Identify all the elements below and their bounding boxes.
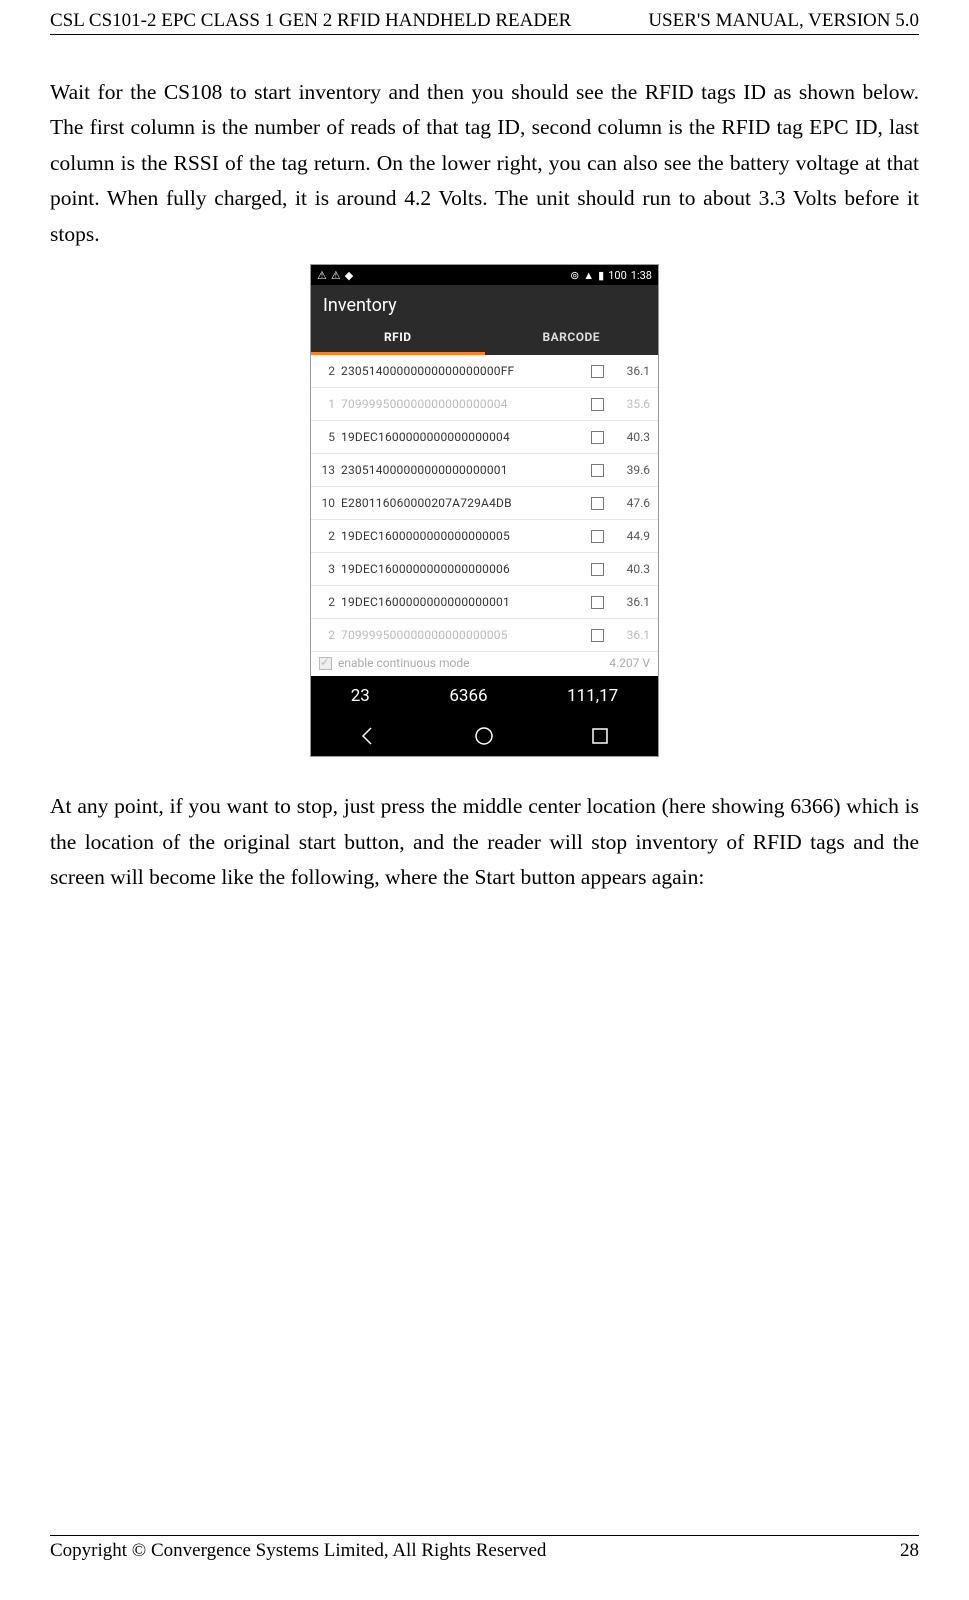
- checkbox-icon[interactable]: [591, 398, 604, 411]
- epc-id: 709999500000000000000004: [341, 397, 581, 411]
- table-row[interactable]: 1 709999500000000000000004 35.6: [311, 388, 658, 421]
- epc-id: E280116060000207A729A4DB: [341, 496, 581, 510]
- header-left: CSL CS101-2 EPC CLASS 1 GEN 2 RFID HANDH…: [50, 10, 571, 32]
- copyright: Copyright © Convergence Systems Limited,…: [50, 1540, 546, 1562]
- bottom-metrics: 23 6366 111,17: [311, 676, 658, 716]
- metric-c: 111,17: [567, 686, 618, 706]
- read-count: 2: [319, 595, 341, 609]
- page-number: 28: [900, 1540, 919, 1562]
- rssi-value: 40.3: [614, 430, 650, 444]
- checkbox-icon[interactable]: [591, 365, 604, 378]
- epc-id: 19DEC1600000000000000005: [341, 529, 581, 543]
- android-icon: ◆: [345, 269, 353, 282]
- continuous-checkbox[interactable]: [319, 657, 332, 670]
- checkbox-icon[interactable]: [591, 464, 604, 477]
- table-row[interactable]: 10 E280116060000207A729A4DB 47.6: [311, 487, 658, 520]
- header-right: USER'S MANUAL, VERSION 5.0: [648, 10, 919, 32]
- checkbox-icon[interactable]: [591, 563, 604, 576]
- warning-icon: ⚠: [317, 269, 327, 282]
- signal-icon: ▲: [583, 269, 594, 282]
- table-row[interactable]: 2 23051400000000000000000FF 36.1: [311, 355, 658, 388]
- page-footer: Copyright © Convergence Systems Limited,…: [50, 1535, 919, 1562]
- table-row[interactable]: 5 19DEC1600000000000000004 40.3: [311, 421, 658, 454]
- checkbox-icon[interactable]: [591, 431, 604, 444]
- rssi-value: 36.1: [614, 595, 650, 609]
- read-count: 2: [319, 364, 341, 378]
- paragraph-intro: Wait for the CS108 to start inventory an…: [50, 75, 919, 252]
- rssi-value: 40.3: [614, 562, 650, 576]
- epc-id: 709999500000000000000005: [341, 628, 581, 642]
- home-icon[interactable]: [472, 724, 496, 748]
- clock: 1:38: [631, 269, 652, 282]
- tag-list: 2 23051400000000000000000FF 36.1 1 70999…: [311, 355, 658, 676]
- read-count: 2: [319, 529, 341, 543]
- continuous-label: enable continuous mode: [338, 656, 469, 670]
- checkbox-icon[interactable]: [591, 629, 604, 642]
- epc-id: 230514000000000000000001: [341, 463, 581, 477]
- epc-id: 19DEC1600000000000000004: [341, 430, 581, 444]
- back-icon[interactable]: [357, 724, 381, 748]
- read-count: 13: [319, 463, 341, 477]
- tab-barcode[interactable]: BARCODE: [485, 320, 659, 355]
- table-row[interactable]: 13 230514000000000000000001 39.6: [311, 454, 658, 487]
- app-title: Inventory: [311, 285, 658, 320]
- read-count: 5: [319, 430, 341, 444]
- rssi-value: 36.1: [614, 628, 650, 642]
- read-count: 2: [319, 628, 341, 642]
- read-count: 10: [319, 496, 341, 510]
- warning-icon: ⚠: [331, 269, 341, 282]
- table-row[interactable]: 2 19DEC1600000000000000001 36.1: [311, 586, 658, 619]
- continuous-mode-row: enable continuous mode 4.207 V: [311, 652, 658, 676]
- android-status-bar: ⚠ ⚠ ◆ ⊚ ▲ ▮ 100 1:38: [311, 265, 658, 285]
- epc-id: 23051400000000000000000FF: [341, 364, 581, 378]
- phone-frame: ⚠ ⚠ ◆ ⊚ ▲ ▮ 100 1:38 Inventory RFID BARC…: [310, 264, 659, 757]
- metric-b[interactable]: 6366: [449, 686, 487, 706]
- checkbox-icon[interactable]: [591, 530, 604, 543]
- rssi-value: 39.6: [614, 463, 650, 477]
- rssi-value: 44.9: [614, 529, 650, 543]
- checkbox-icon[interactable]: [591, 497, 604, 510]
- recent-icon[interactable]: [588, 724, 612, 748]
- battery-percent: 100: [608, 269, 627, 282]
- screenshot-figure: ⚠ ⚠ ◆ ⊚ ▲ ▮ 100 1:38 Inventory RFID BARC…: [50, 264, 919, 757]
- tab-bar: RFID BARCODE: [311, 320, 658, 355]
- page-header: CSL CS101-2 EPC CLASS 1 GEN 2 RFID HANDH…: [50, 10, 919, 35]
- table-row[interactable]: 2 19DEC1600000000000000005 44.9: [311, 520, 658, 553]
- battery-voltage: 4.207 V: [609, 656, 650, 670]
- wifi-icon: ⊚: [570, 269, 579, 282]
- android-nav-bar: [311, 716, 658, 756]
- rssi-value: 36.1: [614, 364, 650, 378]
- epc-id: 19DEC1600000000000000006: [341, 562, 581, 576]
- table-row[interactable]: 2 709999500000000000000005 36.1: [311, 619, 658, 652]
- checkbox-icon[interactable]: [591, 596, 604, 609]
- read-count: 3: [319, 562, 341, 576]
- epc-id: 19DEC1600000000000000001: [341, 595, 581, 609]
- paragraph-stop: At any point, if you want to stop, just …: [50, 789, 919, 895]
- read-count: 1: [319, 397, 341, 411]
- metric-a: 23: [351, 686, 370, 706]
- table-row[interactable]: 3 19DEC1600000000000000006 40.3: [311, 553, 658, 586]
- rssi-value: 35.6: [614, 397, 650, 411]
- battery-icon: ▮: [598, 269, 604, 282]
- rssi-value: 47.6: [614, 496, 650, 510]
- tab-rfid[interactable]: RFID: [311, 320, 485, 355]
